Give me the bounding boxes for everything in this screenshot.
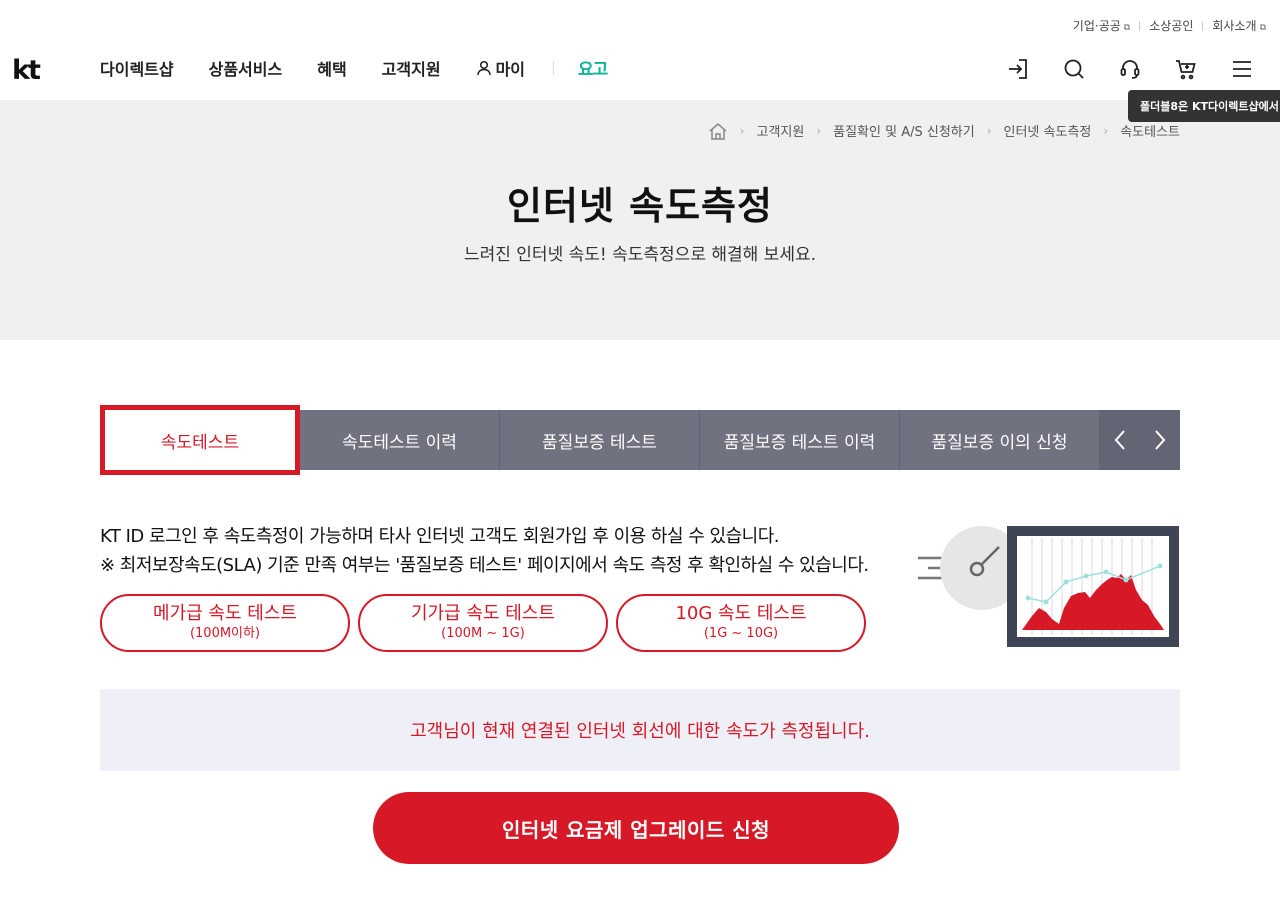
utility-link-enterprise[interactable]: 기업·공공 ⧉: [1073, 17, 1130, 34]
tab-quality-objection[interactable]: 품질보증 이의 신청: [900, 410, 1100, 470]
10g-speed-test-button[interactable]: 10G 속도 테스트 (1G ~ 10G): [616, 594, 866, 652]
button-label: 기가급 속도 테스트: [411, 603, 555, 624]
chevron-right-icon: [1155, 430, 1166, 450]
chevron-right-icon: ›: [986, 123, 992, 138]
button-label: 10G 속도 테스트: [675, 603, 807, 624]
external-link-icon: ⧉: [1259, 23, 1266, 33]
button-range: (100M이하): [189, 626, 261, 641]
menu-yogo[interactable]: 요고: [578, 55, 608, 80]
tab-quality-test[interactable]: 품질보증 테스트: [500, 410, 700, 470]
upgrade-plan-button[interactable]: 인터넷 요금제 업그레이드 신청: [373, 792, 899, 864]
global-nav: kt 다이렉트샵 상품서비스 혜택 고객지원 마이 요고: [0, 40, 1280, 100]
main-menu: 다이렉트샵 상품서비스 혜택 고객지원 마이 요고: [100, 55, 608, 81]
menu-products[interactable]: 상품서비스: [209, 56, 283, 80]
chevron-right-icon: ›: [739, 123, 745, 138]
test-buttons: 메가급 속도 테스트 (100M이하) 기가급 속도 테스트 (100M ~ 1…: [100, 594, 874, 652]
home-icon[interactable]: [708, 122, 728, 140]
button-range: (100M ~ 1G): [441, 626, 525, 641]
breadcrumb-item[interactable]: 고객지원: [756, 121, 804, 140]
breadcrumb-item-current: 속도테스트: [1120, 125, 1180, 140]
search-button[interactable]: [1046, 54, 1102, 84]
page-subtitle: 느려진 인터넷 속도! 속도측정으로 해결해 보세요.: [463, 245, 817, 265]
info-line: ※ 최저보장속도(SLA) 기준 만족 여부는 '품질보증 테스트' 페이지에서…: [100, 555, 869, 576]
info-line: KT ID 로그인 후 속도측정이 가능하며 타사 인터넷 고객도 회원가입 후…: [100, 526, 779, 547]
cart-button[interactable]: [1158, 54, 1214, 84]
button-label: 메가급 속도 테스트: [153, 603, 297, 624]
speed-monitor-illustration: [918, 526, 1179, 647]
button-range: (1G ~ 10G): [703, 626, 779, 641]
divider: [1139, 20, 1141, 31]
giga-speed-test-button[interactable]: 기가급 속도 테스트 (100M ~ 1G): [358, 594, 608, 652]
tab-quality-history[interactable]: 품질보증 테스트 이력: [700, 410, 900, 470]
divider: [1202, 20, 1204, 31]
breadcrumb-item[interactable]: 품질확인 및 A/S 신청하기: [833, 121, 975, 140]
breadcrumb-item[interactable]: 인터넷 속도측정: [1004, 121, 1092, 140]
user-icon: [476, 60, 491, 75]
chevron-left-icon: [1114, 430, 1125, 450]
page-title: 인터넷 속도측정: [507, 183, 773, 228]
tab-next-button[interactable]: [1140, 410, 1180, 470]
divider: [553, 60, 555, 75]
chevron-right-icon: ›: [816, 123, 822, 138]
notice-box: 고객님이 현재 연결된 인터넷 회선에 대한 속도가 측정됩니다.: [100, 689, 1180, 771]
menu-my[interactable]: 마이: [476, 56, 525, 80]
menu-support[interactable]: 고객지원: [382, 56, 441, 80]
menu-direct-shop[interactable]: 다이렉트샵: [100, 56, 174, 80]
toolbar: [990, 54, 1270, 84]
menu-benefits[interactable]: 혜택: [317, 56, 346, 80]
promo-tooltip: 폴더블8은 KT다이렉트샵에서: [1128, 90, 1280, 122]
login-icon: [1009, 59, 1027, 79]
chevron-right-icon: ›: [1103, 123, 1109, 138]
cart-icon: [1176, 60, 1196, 80]
tab-nav: [1100, 410, 1180, 470]
utility-nav: 기업·공공 ⧉ 소상공인 회사소개 ⧉: [1073, 17, 1266, 34]
utility-link-smallbiz[interactable]: 소상공인: [1149, 17, 1193, 34]
notice-text: 고객님이 현재 연결된 인터넷 회선에 대한 속도가 측정됩니다.: [410, 721, 870, 742]
menu-button[interactable]: [1214, 54, 1270, 84]
mega-speed-test-button[interactable]: 메가급 속도 테스트 (100M이하): [100, 594, 350, 652]
tab-speed-test[interactable]: 속도테스트: [100, 405, 300, 475]
tab-bar: 속도테스트 속도테스트 이력 품질보증 테스트 품질보증 테스트 이력 품질보증…: [100, 405, 1180, 475]
tab-speed-history[interactable]: 속도테스트 이력: [300, 410, 500, 470]
info-text: KT ID 로그인 후 속도측정이 가능하며 타사 인터넷 고객도 회원가입 후…: [100, 522, 869, 580]
menu-icon: [1233, 61, 1251, 77]
support-button[interactable]: [1102, 54, 1158, 84]
headset-icon: [1120, 60, 1140, 79]
login-button[interactable]: [990, 54, 1046, 84]
utility-link-company[interactable]: 회사소개 ⧉: [1212, 17, 1266, 34]
page-header: › 고객지원 › 품질확인 및 A/S 신청하기 › 인터넷 속도측정 › 속도…: [0, 100, 1280, 340]
external-link-icon: ⧉: [1123, 23, 1131, 33]
breadcrumb: › 고객지원 › 품질확인 및 A/S 신청하기 › 인터넷 속도측정 › 속도…: [708, 121, 1180, 140]
search-icon: [1064, 59, 1084, 79]
tab-prev-button[interactable]: [1100, 410, 1140, 470]
kt-logo[interactable]: kt: [12, 55, 41, 86]
